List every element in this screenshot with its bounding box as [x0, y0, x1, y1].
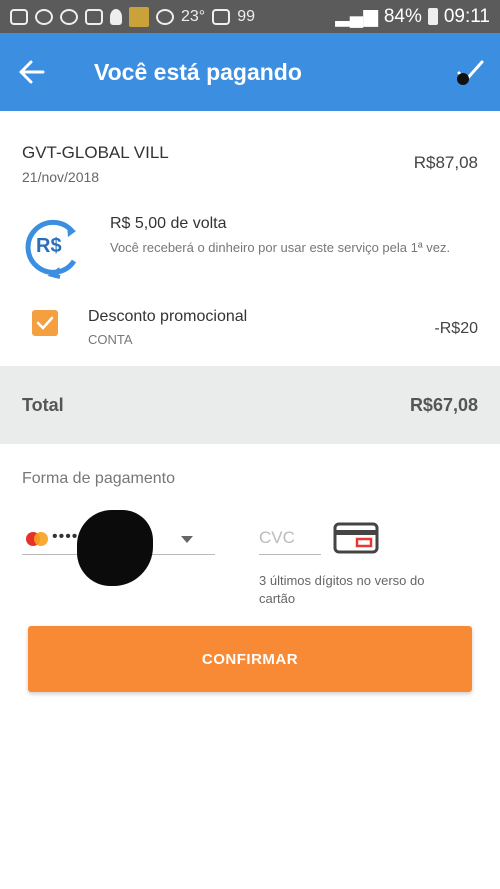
touch-dot: [457, 73, 469, 85]
phone-icon: [156, 8, 174, 25]
page-title: Você está pagando: [94, 58, 302, 85]
messages-icon: [10, 8, 28, 25]
total-value: R$67,08: [409, 394, 478, 415]
confirm-button[interactable]: CONFIRMAR: [28, 626, 472, 692]
app-icon: [129, 6, 149, 27]
checkmark-icon: [36, 316, 54, 330]
discount-checkbox[interactable]: [32, 310, 58, 336]
email-icon: [85, 8, 103, 25]
confirm-check-button[interactable]: [440, 33, 500, 111]
discount-text: Desconto promocional CONTA: [88, 308, 247, 347]
alarm-icon: [35, 8, 53, 25]
cashback-text: R$ 5,00 de volta Você receberá o dinheir…: [110, 215, 470, 279]
back-button[interactable]: [0, 33, 64, 111]
bulb-icon: [110, 8, 122, 25]
card-number-mask: ••••: [52, 528, 79, 545]
cvc-field[interactable]: [259, 522, 321, 555]
app-bar: Você está pagando: [0, 33, 500, 111]
cashback-row: R$ R$ 5,00 de volta Você receberá o dinh…: [22, 215, 482, 279]
notification-count: 99: [237, 7, 255, 25]
cashback-icon-text: R$: [36, 235, 62, 257]
battery-percent: 84%: [383, 5, 422, 27]
total-bar: Total R$67,08: [0, 366, 500, 444]
cashback-description: Você receberá o dinheiro por usar este s…: [110, 240, 451, 255]
status-right: ▂▄▆ 84% 09:11: [335, 5, 490, 28]
status-bar: 23° 99 ▂▄▆ 84% 09:11: [0, 0, 500, 33]
signal-icon: ▂▄▆: [335, 6, 378, 27]
merchant-amount: R$87,08: [413, 153, 478, 172]
redaction-scribble: [77, 510, 153, 586]
cashback-icon: R$: [22, 217, 84, 279]
discount-sublabel: CONTA: [88, 332, 133, 347]
total-label: Total: [22, 394, 64, 415]
cashback-title: R$ 5,00 de volta: [110, 215, 227, 232]
battery-icon: [427, 8, 438, 25]
whatsapp-icon: [60, 8, 78, 25]
card-back-icon: [333, 522, 379, 554]
temperature-text: 23°: [181, 7, 206, 25]
download-icon: [212, 8, 231, 25]
discount-amount: -R$20: [434, 320, 478, 337]
status-icons: 23° 99: [10, 6, 335, 27]
cvc-input[interactable]: [259, 522, 319, 548]
clock: 09:11: [443, 5, 490, 27]
mastercard-icon: [26, 532, 48, 546]
arrow-left-icon: [19, 60, 45, 84]
chevron-down-icon: [181, 536, 193, 543]
merchant-row: GVT-GLOBAL VILL 21/nov/2018 R$87,08: [22, 143, 482, 185]
payment-section-title: Forma de pagamento: [22, 470, 175, 487]
discount-label: Desconto promocional: [88, 308, 248, 325]
cvc-hint: 3 últimos dígitos no verso do cartão: [259, 573, 425, 606]
